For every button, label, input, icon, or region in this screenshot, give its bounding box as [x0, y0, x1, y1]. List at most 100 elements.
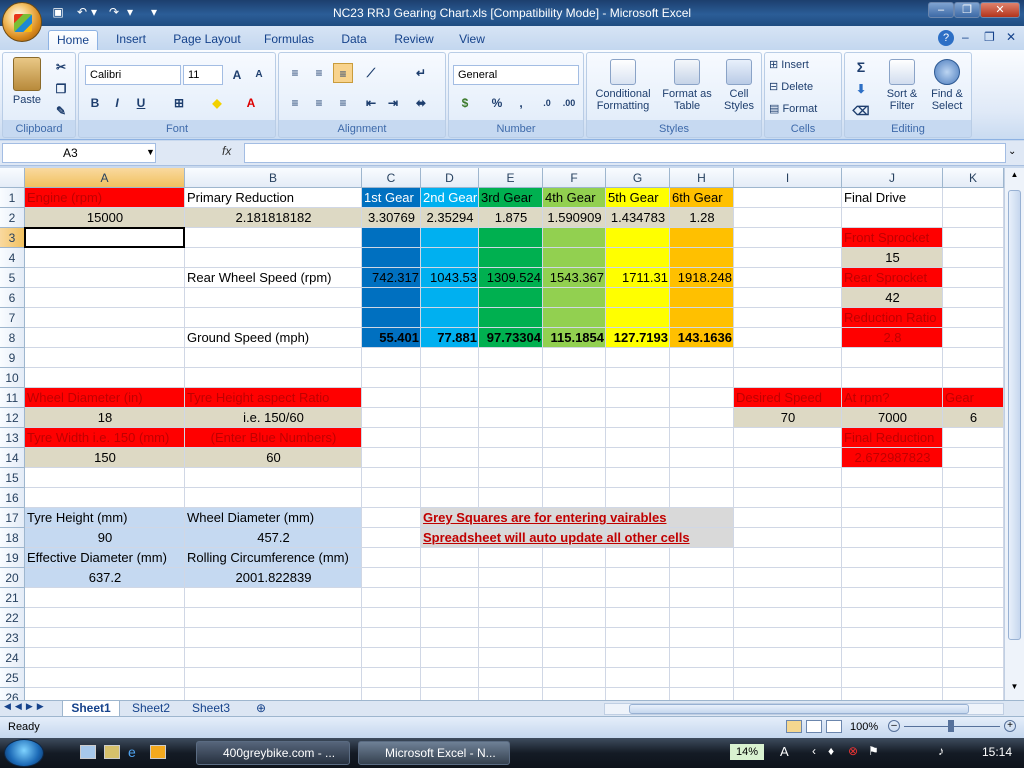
cell-f8[interactable]: 115.1854: [543, 328, 606, 348]
align-right-icon[interactable]: ≡: [333, 93, 353, 113]
row-header-2[interactable]: 2: [0, 208, 25, 228]
tab-home[interactable]: Home: [48, 30, 98, 50]
cell-f1[interactable]: 4th Gear: [543, 188, 606, 208]
paste-button[interactable]: Paste: [7, 57, 47, 106]
cell-b11[interactable]: Tyre Height aspect Ratio: [185, 388, 362, 408]
row-header-13[interactable]: 13: [0, 428, 25, 448]
cell-styles-button[interactable]: Cell Styles: [717, 59, 761, 112]
cell-g8[interactable]: 127.7193: [606, 328, 670, 348]
row-header-10[interactable]: 10: [0, 368, 25, 388]
doc-restore-icon[interactable]: ❐: [984, 30, 995, 44]
cell-d5[interactable]: 1043.53: [421, 268, 479, 288]
doc-minimize-icon[interactable]: –: [962, 30, 969, 44]
show-desktop-icon[interactable]: [80, 745, 96, 759]
cell-d2[interactable]: 2.35294: [421, 208, 479, 228]
column-header-h[interactable]: H: [670, 168, 734, 188]
align-left-icon[interactable]: ≡: [285, 93, 305, 113]
row-header-17[interactable]: 17: [0, 508, 25, 528]
zoom-in-icon[interactable]: +: [1004, 720, 1016, 732]
row-header-11[interactable]: 11: [0, 388, 25, 408]
scroll-up-icon[interactable]: ▲: [1007, 170, 1022, 184]
minimize-button[interactable]: –: [928, 2, 954, 18]
tab-data[interactable]: Data: [334, 30, 374, 50]
comma-button[interactable]: ,: [511, 93, 531, 113]
cell-a18[interactable]: 90: [25, 528, 185, 548]
decrease-decimal-icon[interactable]: .00: [559, 93, 579, 113]
tab-page-layout[interactable]: Page Layout: [168, 30, 246, 50]
cell-b18[interactable]: 457.2: [185, 528, 362, 548]
undo-dropdown-icon[interactable]: ▾: [86, 4, 102, 20]
format-cells-button[interactable]: ▤ Format: [769, 103, 839, 115]
normal-view-icon[interactable]: [786, 720, 802, 733]
tab-insert[interactable]: Insert: [108, 30, 154, 50]
cell-c2[interactable]: 3.30769: [362, 208, 421, 228]
active-cell-selection[interactable]: [24, 227, 185, 248]
cell-j12[interactable]: 7000: [842, 408, 943, 428]
column-header-f[interactable]: F: [543, 168, 606, 188]
row-header-22[interactable]: 22: [0, 608, 25, 628]
ie-icon[interactable]: e: [128, 744, 136, 760]
sheet-tab-2[interactable]: Sheet2: [122, 701, 180, 717]
row-header-24[interactable]: 24: [0, 648, 25, 668]
cell-j6[interactable]: 42: [842, 288, 943, 308]
row-header-4[interactable]: 4: [0, 248, 25, 268]
zoom-slider-handle[interactable]: [948, 720, 954, 732]
row-header-23[interactable]: 23: [0, 628, 25, 648]
orientation-icon[interactable]: ⟋: [361, 63, 381, 83]
cell-j13[interactable]: Final Reduction: [842, 428, 943, 448]
cell-j7[interactable]: Reduction Ratio: [842, 308, 943, 328]
font-family-select[interactable]: Calibri: [85, 65, 181, 85]
row-header-5[interactable]: 5: [0, 268, 25, 288]
column-header-a[interactable]: A: [25, 168, 185, 188]
cell-j5[interactable]: Rear Sprocket: [842, 268, 943, 288]
column-header-e[interactable]: E: [479, 168, 543, 188]
zoom-level[interactable]: 100%: [850, 721, 878, 733]
page-break-view-icon[interactable]: [826, 720, 842, 733]
media-player-icon[interactable]: [150, 745, 166, 759]
row-header-8[interactable]: 8: [0, 328, 25, 348]
merge-center-icon[interactable]: ⬌: [411, 93, 431, 113]
autosum-button[interactable]: Σ: [851, 57, 871, 77]
doc-close-icon[interactable]: ✕: [1006, 30, 1016, 44]
office-button[interactable]: [2, 2, 42, 42]
expand-formula-bar-icon[interactable]: ⌄: [1008, 146, 1016, 157]
cell-a13[interactable]: Tyre Width i.e. 150 (mm): [25, 428, 185, 448]
cell-b13[interactable]: (Enter Blue Numbers): [185, 428, 362, 448]
insert-cells-button[interactable]: ⊞ Insert: [769, 59, 839, 71]
customize-qat-icon[interactable]: ▾: [146, 4, 162, 20]
column-header-j[interactable]: J: [842, 168, 943, 188]
row-header-7[interactable]: 7: [0, 308, 25, 328]
cell-j4[interactable]: 15: [842, 248, 943, 268]
cell-e8[interactable]: 97.73304: [479, 328, 543, 348]
delete-cells-button[interactable]: ⊟ Delete: [769, 81, 839, 93]
redo-dropdown-icon[interactable]: ▾: [122, 4, 138, 20]
tab-view[interactable]: View: [452, 30, 492, 50]
explorer-icon[interactable]: [104, 745, 120, 759]
cell-b19[interactable]: Rolling Circumference (mm): [185, 548, 545, 568]
cell-j3[interactable]: Front Sprocket: [842, 228, 943, 248]
row-header-19[interactable]: 19: [0, 548, 25, 568]
conditional-formatting-button[interactable]: Conditional Formatting: [589, 59, 657, 112]
cell-g1[interactable]: 5th Gear: [606, 188, 670, 208]
sheet-tab-1[interactable]: Sheet1: [62, 701, 120, 717]
row-header-25[interactable]: 25: [0, 668, 25, 688]
align-middle-icon[interactable]: ≡: [309, 63, 329, 83]
decrease-indent-icon[interactable]: ⇤: [361, 93, 381, 113]
column-header-g[interactable]: G: [606, 168, 670, 188]
italic-button[interactable]: I: [107, 93, 127, 113]
sheet-tab-3[interactable]: Sheet3: [182, 701, 240, 717]
cell-b20[interactable]: 2001.822839: [185, 568, 362, 588]
cell-k12[interactable]: 6: [943, 408, 1004, 428]
row-header-16[interactable]: 16: [0, 488, 25, 508]
row-header-12[interactable]: 12: [0, 408, 25, 428]
cell-c8[interactable]: 55.401: [362, 328, 421, 348]
row-header-15[interactable]: 15: [0, 468, 25, 488]
cell-e5[interactable]: 1309.524: [479, 268, 543, 288]
column-header-i[interactable]: I: [734, 168, 842, 188]
row-header-26[interactable]: 26: [0, 688, 25, 700]
wrap-text-icon[interactable]: ↵: [411, 63, 431, 83]
cell-a14[interactable]: 150: [25, 448, 185, 468]
vertical-scrollbar[interactable]: ▲ ▼: [1004, 168, 1024, 700]
align-bottom-icon[interactable]: ≡: [333, 63, 353, 83]
cell-a1[interactable]: Engine (rpm): [25, 188, 185, 208]
